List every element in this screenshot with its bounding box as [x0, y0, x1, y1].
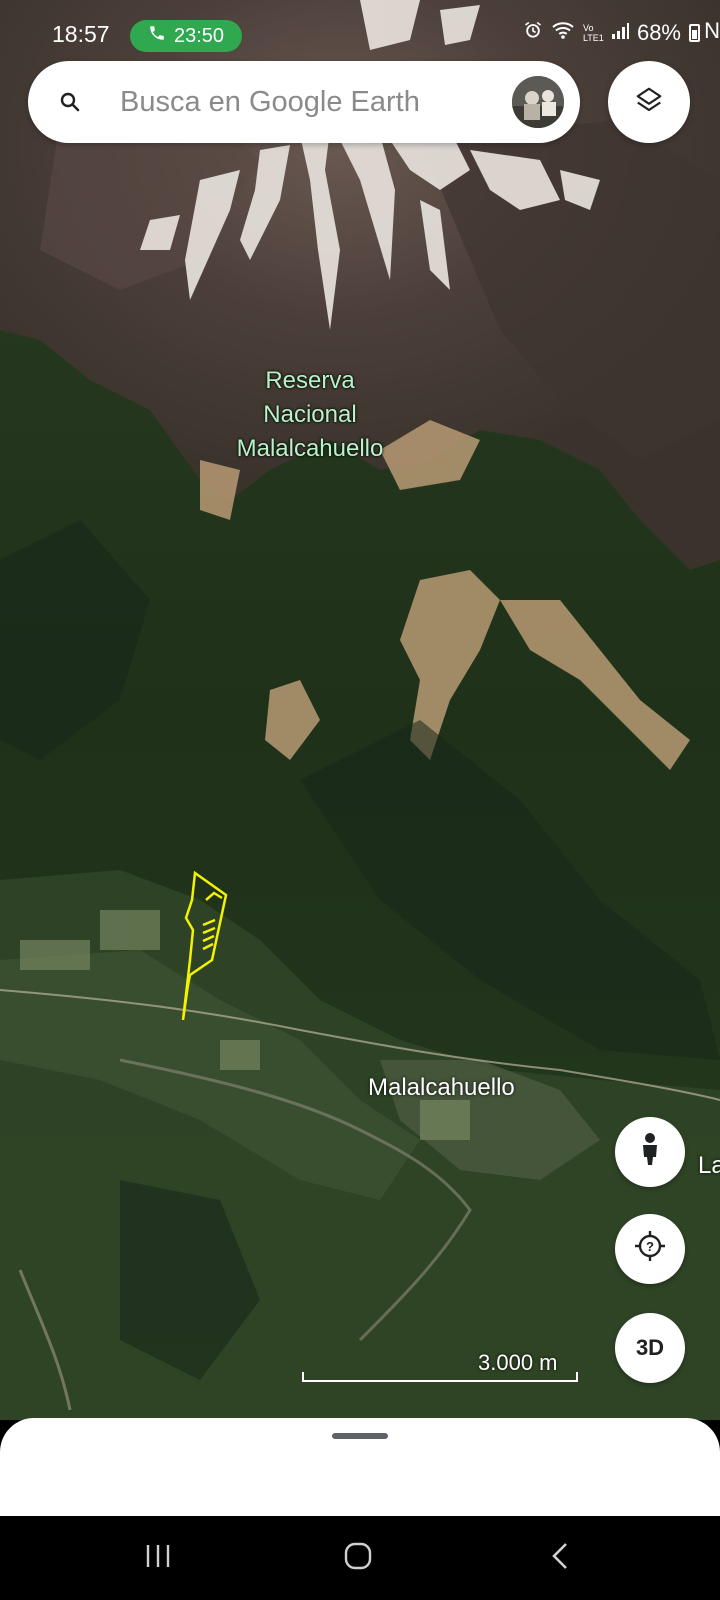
search-input[interactable] [120, 79, 500, 125]
home-icon [343, 1541, 373, 1576]
my-location-icon: ? [633, 1229, 667, 1269]
google-earth-screen: 18:57 23:50 Vo LTE1 68% N Busca en Googl… [0, 0, 720, 1600]
call-timer: 23:50 [173, 24, 225, 47]
reserve-label-line3: Malalcahuello [236, 435, 384, 462]
sheet-drag-handle[interactable] [332, 1433, 388, 1439]
status-bar: 18:57 23:50 Vo LTE1 68% N [0, 0, 720, 66]
wifi-icon [551, 20, 575, 46]
signal-icon [611, 20, 629, 46]
back-icon [548, 1541, 572, 1576]
alarm-icon [523, 20, 543, 46]
search-icon[interactable] [58, 90, 82, 114]
status-time: 18:57 [52, 21, 110, 47]
svg-text:?: ? [646, 1239, 654, 1254]
street-view-button[interactable] [615, 1117, 685, 1187]
network-type: Vo LTE1 [582, 23, 604, 43]
bottom-sheet[interactable] [0, 1418, 720, 1516]
satellite-imagery [0, 0, 720, 1420]
search-bar[interactable] [28, 61, 580, 143]
my-location-button[interactable]: ? [615, 1214, 685, 1284]
scale-bar [302, 1372, 578, 1382]
3d-toggle-button[interactable]: 3D [615, 1313, 685, 1383]
status-indicators: Vo LTE1 68% [523, 20, 700, 46]
status-overflow: N [704, 18, 720, 43]
reserve-label-line1: Reserva [265, 367, 355, 394]
phone-icon [148, 24, 166, 48]
system-nav-bar [0, 1516, 720, 1600]
town-label[interactable]: Malalcahuello [368, 1074, 515, 1102]
battery-icon [689, 24, 700, 42]
reserve-label-line2: Nacional [263, 401, 357, 428]
home-button[interactable] [338, 1538, 378, 1578]
ongoing-call-chip[interactable]: 23:50 [130, 20, 242, 52]
avatar[interactable] [512, 76, 564, 128]
layers-button[interactable] [608, 61, 690, 143]
back-button[interactable] [540, 1538, 580, 1578]
battery-percent: 68% [636, 20, 681, 45]
recents-button[interactable] [138, 1538, 178, 1578]
reserve-label[interactable]: Reserva Nacional Malalcahuello [200, 364, 420, 466]
edge-place-label[interactable]: La [698, 1152, 720, 1180]
pegman-icon [637, 1132, 663, 1172]
satellite-map[interactable] [0, 0, 720, 1420]
layers-icon [634, 85, 664, 120]
recents-icon [143, 1543, 173, 1574]
